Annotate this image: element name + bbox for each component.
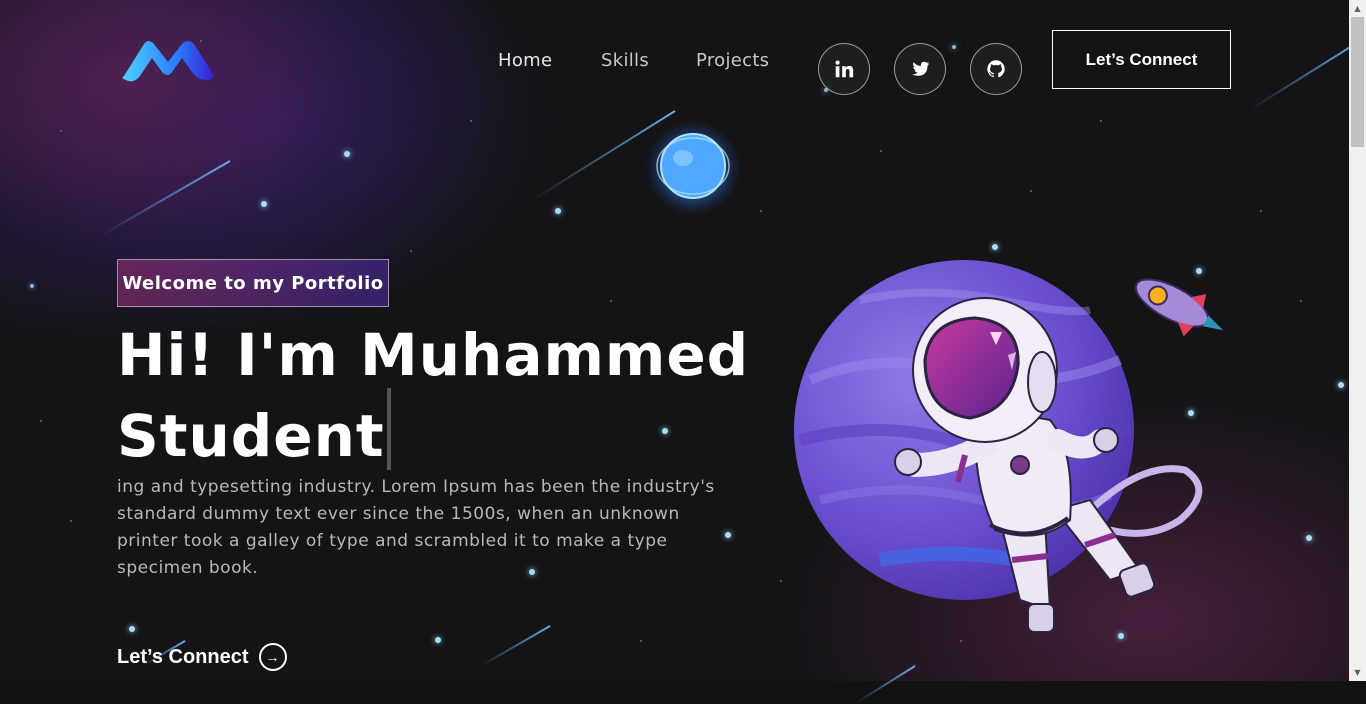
page-scrollbar[interactable]: ▲ ▼ (1349, 0, 1366, 681)
hero-headline: Hi! I'm Muhammed Student (117, 322, 749, 470)
github-button[interactable] (970, 43, 1022, 95)
nav-link-home[interactable]: Home (498, 50, 552, 71)
glowing-orb-icon (645, 120, 741, 216)
welcome-tagline: Welcome to my Portfolio (117, 259, 389, 307)
twitter-button[interactable] (894, 43, 946, 95)
linkedin-button[interactable] (818, 43, 870, 95)
scroll-down-icon[interactable]: ▼ (1349, 664, 1366, 681)
logo-icon[interactable] (118, 34, 218, 88)
typing-caret (386, 388, 391, 470)
nav-link-projects[interactable]: Projects (696, 50, 769, 71)
arrow-right-circle-icon: → (258, 643, 287, 671)
connect-cta-link[interactable]: Let’s Connect → (117, 643, 287, 671)
twitter-icon (912, 61, 930, 76)
hero-description: ing and typesetting industry. Lorem Ipsu… (117, 477, 715, 578)
nav-link-skills[interactable]: Skills (601, 50, 649, 71)
scroll-up-icon[interactable]: ▲ (1349, 0, 1366, 17)
headline-role: Student (117, 402, 385, 470)
rocket-icon (1134, 278, 1224, 337)
github-icon (987, 60, 1005, 78)
cta-label: Let’s Connect (117, 645, 249, 668)
connect-button[interactable]: Let’s Connect (1052, 30, 1231, 89)
linkedin-icon (835, 60, 854, 78)
scroll-thumb[interactable] (1351, 17, 1364, 147)
headline-greeting: Hi! I'm Muhammed (117, 321, 750, 389)
